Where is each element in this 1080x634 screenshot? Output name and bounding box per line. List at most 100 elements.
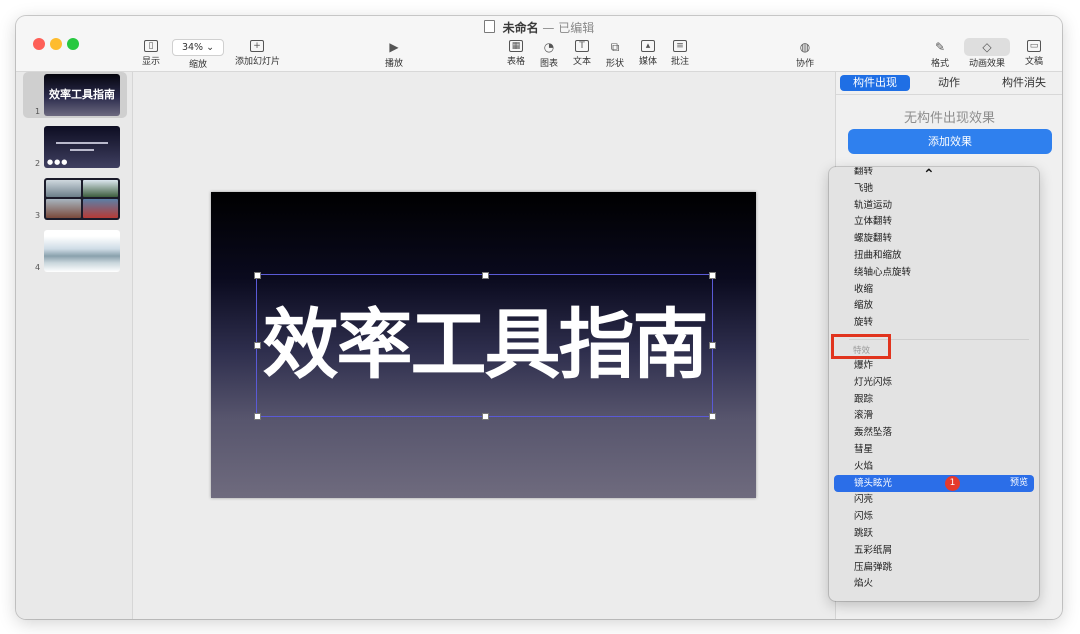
photo-placeholder xyxy=(83,180,118,197)
resize-handle[interactable] xyxy=(709,272,716,279)
view-label: 显示 xyxy=(141,57,160,67)
effect-option[interactable]: 五彩纸屑 xyxy=(834,542,1034,559)
effect-option[interactable]: 螺旋翻转 xyxy=(834,230,1034,247)
text-icon: T xyxy=(575,40,589,52)
add-slide-button[interactable]: + 添加幻灯片 xyxy=(235,40,280,67)
resize-handle[interactable] xyxy=(254,413,261,420)
add-effect-button[interactable]: 添加效果 xyxy=(848,129,1052,154)
effect-option[interactable]: 轰然坠落 xyxy=(834,424,1034,441)
slide-number: 3 xyxy=(35,211,41,220)
effect-option-label: 跟踪 xyxy=(854,393,874,405)
format-label: 格式 xyxy=(930,59,949,69)
slide-canvas: 效率工具指南 xyxy=(133,72,835,619)
effect-option-label: 闪烁 xyxy=(854,511,874,523)
thumbnail-text-line xyxy=(70,149,94,151)
effect-option-label: 绕轴心点旋转 xyxy=(854,266,912,278)
effect-option-label: 轰然坠落 xyxy=(854,427,893,439)
minimize-window-button[interactable] xyxy=(50,38,62,50)
effect-option-label: 扭曲和缩放 xyxy=(854,250,902,261)
zoom-window-button[interactable] xyxy=(67,38,79,50)
effect-option-label: 焰火 xyxy=(854,578,874,590)
shape-icon: ⧉ xyxy=(610,40,620,54)
resize-handle[interactable] xyxy=(254,272,261,279)
comment-button[interactable]: ≡ 批注 xyxy=(658,40,702,67)
toolbar: 未命名 — 已编辑 ▯ 显示 34% ⌄ 缩放 + 添加幻灯片 ▶ 播放 ▦ 表… xyxy=(16,16,1062,72)
current-slide[interactable]: 效率工具指南 xyxy=(211,192,756,498)
resize-handle[interactable] xyxy=(482,272,489,279)
slide-number: 4 xyxy=(35,263,41,272)
resize-handle[interactable] xyxy=(709,342,716,349)
effect-option-label: 翻转 xyxy=(854,167,874,177)
slide-thumbnail-4[interactable]: 4 xyxy=(23,228,127,274)
effect-option[interactable]: 彗星 xyxy=(834,441,1034,458)
tab-build-out[interactable]: 构件消失 xyxy=(989,75,1059,91)
slide-thumbnail-1[interactable]: 1 效率工具指南 xyxy=(23,72,127,118)
inspector-tabs: 构件出现 动作 构件消失 xyxy=(836,72,1062,95)
resize-handle[interactable] xyxy=(482,413,489,420)
effect-option[interactable]: 焰火 xyxy=(834,575,1034,592)
plus-icon: + xyxy=(250,40,264,52)
thumbnail-preview: ●●● xyxy=(44,126,120,168)
tab-action[interactable]: 动作 xyxy=(914,75,984,91)
effect-option-highlighted[interactable]: 镜头眩光 1 预览 xyxy=(834,474,1034,492)
animate-button[interactable]: ◇ 动画效果 xyxy=(965,40,1009,69)
effect-option[interactable]: 闪亮 xyxy=(834,491,1034,508)
chart-icon: ◔ xyxy=(543,40,555,54)
effect-option-label: 飞驰 xyxy=(854,182,874,194)
effect-option[interactable]: 跳跃 xyxy=(834,525,1034,542)
table-icon: ▦ xyxy=(509,40,523,52)
effect-option[interactable]: 滚滑 xyxy=(834,407,1034,424)
effect-option[interactable]: 立体翻转 xyxy=(834,213,1034,230)
play-button[interactable]: ▶ 播放 xyxy=(372,40,416,69)
effect-option-label: 压扁弹跳 xyxy=(854,561,893,573)
tab-build-in[interactable]: 构件出现 xyxy=(840,75,910,91)
resize-handle[interactable] xyxy=(254,342,261,349)
effect-option-label: 收缩 xyxy=(854,283,874,295)
effect-option[interactable]: 跟踪 xyxy=(834,391,1034,408)
effect-option[interactable]: 闪烁 xyxy=(834,508,1034,525)
effect-option[interactable]: 飞驰 xyxy=(834,180,1034,197)
animate-label: 动画效果 xyxy=(968,59,1005,69)
close-window-button[interactable] xyxy=(33,38,45,50)
thumbnail-preview xyxy=(44,230,120,272)
effect-option-label: 跳跃 xyxy=(854,528,874,539)
title-separator: — xyxy=(542,21,555,35)
effect-option-label: 爆炸 xyxy=(854,360,874,371)
effect-option-label: 轨道运动 xyxy=(854,199,893,211)
annotation-highlight-box xyxy=(831,334,891,359)
effect-option[interactable]: 灯光闪烁 xyxy=(834,374,1034,391)
window-title-bar: 未命名 — 已编辑 xyxy=(16,20,1062,36)
effect-option-label: 滚滑 xyxy=(854,410,874,422)
effect-option-label: 缩放 xyxy=(854,300,874,312)
window-title: 未命名 xyxy=(502,21,539,35)
resize-handle[interactable] xyxy=(709,413,716,420)
zoom-select[interactable]: 34% ⌄ xyxy=(172,39,224,56)
view-button[interactable]: ▯ 显示 xyxy=(129,40,173,67)
effect-option-label: 螺旋翻转 xyxy=(854,233,893,245)
thumbnail-title: 效率工具指南 xyxy=(49,88,115,101)
slide-navigator: 1 效率工具指南 2 ●●● 3 4 xyxy=(16,72,133,619)
preview-button[interactable]: 预览 xyxy=(1010,475,1028,492)
slide-thumbnail-2[interactable]: 2 ●●● xyxy=(23,124,127,170)
effect-option[interactable]: 翻转 xyxy=(834,167,1034,180)
collaborate-button[interactable]: ◍ 协作 xyxy=(783,40,827,69)
effect-option[interactable]: 爆炸 xyxy=(834,357,1034,374)
play-icon: ▶ xyxy=(389,40,399,54)
comment-icon: ≡ xyxy=(673,40,687,52)
effect-option[interactable]: 压扁弹跳 xyxy=(834,559,1034,576)
document-button[interactable]: ▭ 文稿 xyxy=(1012,40,1056,67)
diamond-icon: ◇ xyxy=(982,40,992,54)
comment-label: 批注 xyxy=(670,57,689,67)
effect-option[interactable]: 轨道运动 xyxy=(834,197,1034,214)
effect-option[interactable]: 火焰 xyxy=(834,458,1034,475)
effect-option-label: 火焰 xyxy=(854,460,874,472)
slide-thumbnail-3[interactable]: 3 xyxy=(23,176,127,222)
effect-option[interactable]: 旋转 xyxy=(834,314,1034,331)
effect-option[interactable]: 收缩 xyxy=(834,281,1034,298)
effect-option[interactable]: 缩放 xyxy=(834,297,1034,314)
text-selection-box[interactable] xyxy=(254,272,716,420)
effect-option[interactable]: 绕轴心点旋转 xyxy=(834,264,1034,281)
effect-option[interactable]: 扭曲和缩放 xyxy=(834,247,1034,264)
sidebar-icon: ▯ xyxy=(144,40,158,52)
format-button[interactable]: ✎ 格式 xyxy=(918,40,962,69)
